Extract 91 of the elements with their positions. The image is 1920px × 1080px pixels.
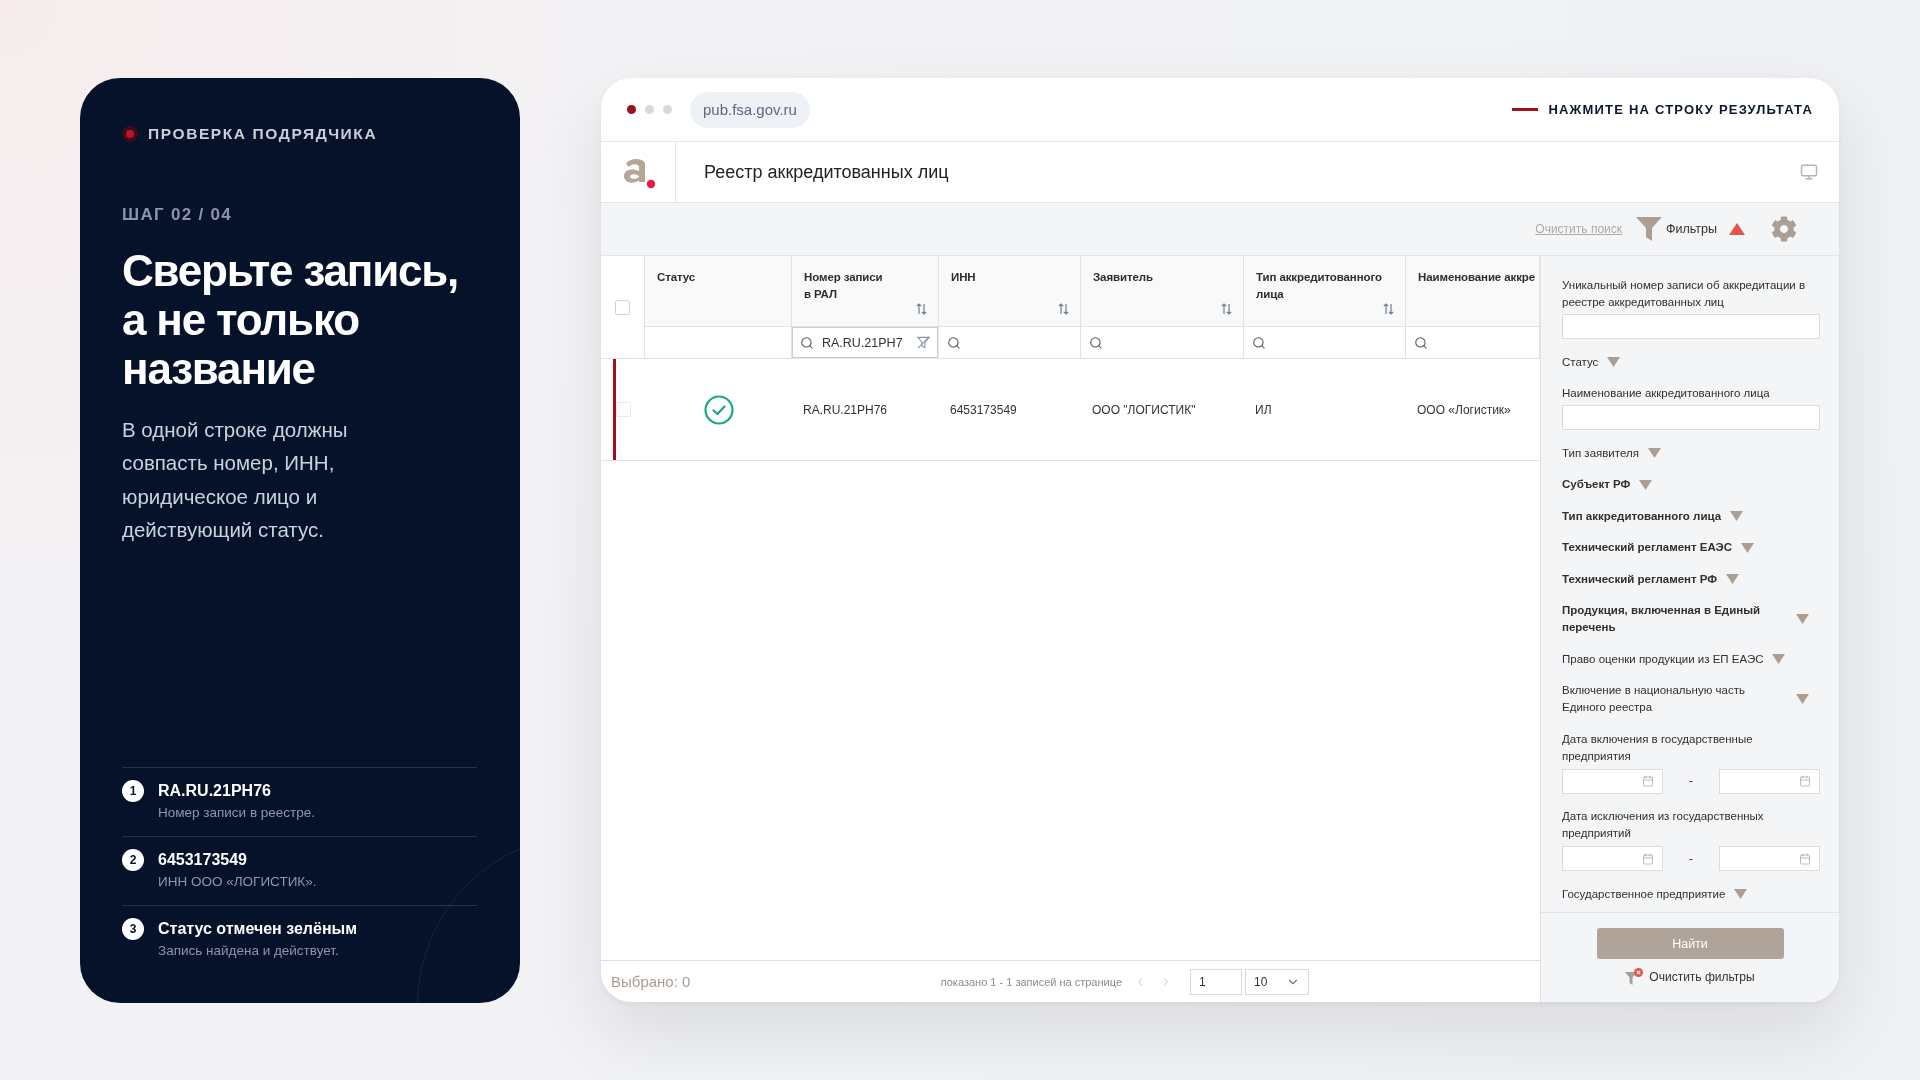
filter-text-field[interactable] — [1562, 314, 1820, 339]
clear-filter-icon[interactable] — [917, 336, 930, 349]
url-field[interactable]: pub.fsa.gov.ru — [690, 91, 810, 128]
filter-dropdown[interactable]: Тип аккредитованного лица — [1562, 507, 1744, 525]
date-field[interactable] — [1719, 846, 1820, 871]
table-cell-text: ООО "ЛОГИСТИК" — [1091, 401, 1197, 419]
search-icon — [1089, 335, 1103, 350]
window-dot-icon — [627, 105, 636, 114]
filter-dropdown[interactable]: Включение в национальную часть Единого реестра — [1562, 682, 1809, 716]
check-title: Статус отмечен зелёным — [158, 919, 358, 939]
clear-filters-button[interactable]: Очистить фильтры — [1625, 968, 1755, 986]
caret-icon — [1796, 614, 1809, 624]
search-icon — [947, 335, 961, 350]
filter-label: Дата исключения из государственных предприятий — [1562, 809, 1765, 841]
filter-dropdown[interactable]: Субъект РФ — [1562, 476, 1653, 493]
check-title: RA.RU.21PH76 — [158, 781, 271, 801]
instruction-label: НАЖМИТЕ НА СТРОКУ РЕЗУЛЬТАТА — [1548, 102, 1813, 117]
column-header[interactable]: Тип аккредитованного лица — [1244, 256, 1406, 326]
filter-label: Уникальный номер записи об аккредитации в реестре аккредитованных лиц — [1562, 278, 1807, 310]
check-title: 6453173549 — [158, 850, 247, 870]
filter-label: Наименование аккредитованного лица — [1562, 386, 1771, 401]
search-icon — [800, 335, 814, 350]
pagination-summary: показано 1 - 1 записей на странице — [940, 975, 1122, 988]
calendar-icon — [1642, 852, 1654, 865]
column-search-field[interactable]: RA.RU.21PH7 — [792, 327, 938, 358]
accent-dash — [1512, 108, 1539, 111]
section-tag: ПРОВЕРКА ПОДРЯДЧИКА — [148, 123, 378, 144]
check-note: Номер записи в реестре. — [158, 803, 316, 822]
table-cell-text: ИЛ — [1254, 401, 1273, 419]
sort-icon[interactable] — [1221, 303, 1232, 315]
settings-icon[interactable] — [1771, 216, 1797, 242]
sort-icon[interactable] — [1058, 303, 1069, 315]
filters-button[interactable]: Фильтры — [1636, 217, 1745, 241]
search-icon — [1252, 335, 1266, 350]
caret-icon — [1796, 694, 1809, 704]
record-dot-icon — [122, 125, 138, 142]
caret-icon — [1726, 574, 1740, 584]
date-field[interactable] — [1719, 768, 1820, 794]
step-counter: ШАГ 02 / 04 — [122, 203, 232, 226]
range-separator: - — [1688, 851, 1694, 866]
calendar-icon — [1799, 775, 1811, 787]
filter-dropdown[interactable]: Тип заявителя — [1562, 444, 1661, 462]
filter-dropdown[interactable]: Технический регламент РФ — [1562, 570, 1740, 588]
check-note: Запись найдена и действует. — [158, 941, 339, 960]
card-heading: Сверьте запись, а не только название — [122, 245, 460, 393]
caret-icon — [1741, 542, 1754, 553]
column-header[interactable]: Статус — [645, 256, 792, 326]
table-cell-text: 6453173549 — [949, 401, 1018, 419]
page-title: Реестр аккредитованных лиц — [704, 161, 949, 183]
funnel-icon — [1636, 217, 1662, 241]
caret-icon — [1639, 479, 1653, 490]
column-header[interactable]: Заявитель — [1081, 256, 1244, 326]
filter-dropdown[interactable]: Право оценки продукции из ЕП ЕАЭС — [1562, 650, 1786, 668]
filter-dropdown[interactable]: Статус — [1562, 353, 1621, 371]
page-size-select[interactable]: 10 — [1245, 968, 1309, 995]
date-field[interactable] — [1562, 846, 1663, 871]
search-icon — [1414, 335, 1428, 350]
monitor-icon[interactable] — [1800, 163, 1818, 181]
caret-icon — [1730, 511, 1744, 521]
caret-icon — [1772, 654, 1786, 664]
step-number: 2 — [122, 848, 144, 871]
caret-icon — [1647, 448, 1661, 458]
page-number-field[interactable]: 1 — [1190, 968, 1242, 995]
step-number: 3 — [122, 917, 144, 940]
sort-icon[interactable] — [1383, 303, 1394, 315]
check-note: ИНН ООО «ЛОГИСТИК». — [158, 872, 317, 891]
select-all-checkbox[interactable] — [615, 299, 630, 315]
window-dot-icon — [645, 105, 654, 114]
date-field[interactable] — [1562, 768, 1663, 794]
card-description: В одной строке должны совпасть номер, ИНН, юридическое лицо и действующий статус. — [122, 416, 349, 543]
step-number: 1 — [122, 779, 144, 802]
sort-icon[interactable] — [916, 303, 927, 315]
filter-dropdown[interactable]: Технический регламент ЕАЭС — [1562, 539, 1754, 556]
filter-dropdown[interactable]: Государственное предприятие — [1562, 885, 1748, 903]
filter-dropdown[interactable]: Продукция, включенная в Единый перечень — [1562, 602, 1809, 636]
calendar-icon — [1799, 852, 1811, 865]
result-row[interactable]: RA.RU.21PH76 6453173549 ООО "ЛОГИСТИК" ИЛ ООО «Логистик» — [601, 359, 1540, 461]
calendar-icon — [1642, 775, 1654, 787]
caret-icon — [1734, 889, 1748, 899]
table-cell-text: ООО «Логистик» — [1416, 401, 1512, 419]
column-header[interactable]: ИНН — [939, 256, 1081, 326]
column-header[interactable]: Номер записи в РАЛ — [792, 256, 939, 326]
table-cell-text: RA.RU.21PH76 — [802, 401, 889, 419]
caret-icon — [1607, 357, 1621, 367]
filter-text-field[interactable] — [1562, 405, 1820, 430]
filter-label: Дата включения в государственные предприятия — [1562, 731, 1754, 764]
selected-count: Выбрано: 0 — [611, 973, 691, 990]
window-dot-icon — [663, 105, 672, 114]
column-header[interactable]: Наименование аккре — [1406, 256, 1540, 326]
clear-filters-icon — [1625, 968, 1644, 986]
range-separator: - — [1688, 774, 1694, 788]
